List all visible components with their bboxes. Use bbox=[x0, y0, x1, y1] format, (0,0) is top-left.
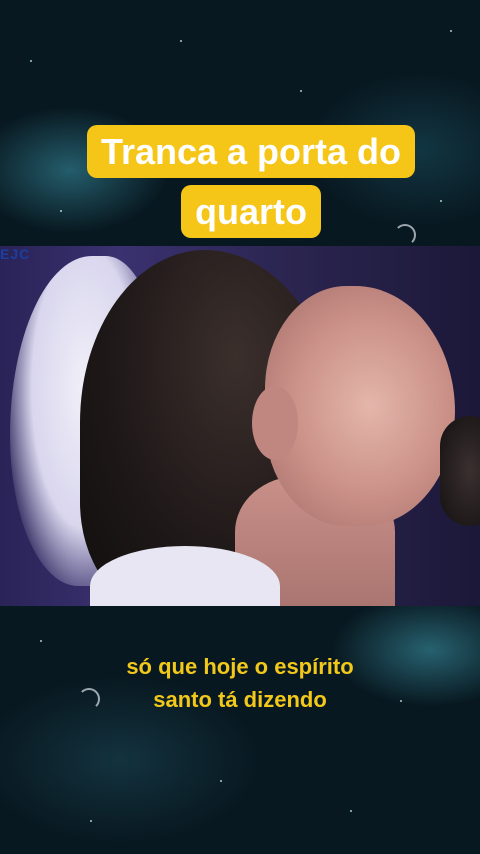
star-decoration bbox=[180, 40, 182, 42]
title-text: Tranca a porta do quarto bbox=[86, 125, 416, 238]
video-frame[interactable]: EJC bbox=[0, 246, 480, 606]
star-decoration bbox=[220, 780, 222, 782]
star-decoration bbox=[440, 200, 442, 202]
star-decoration bbox=[40, 640, 42, 642]
subtitle-line-1: só que hoje o espírito bbox=[126, 654, 354, 679]
subtitle-line-2: santo tá dizendo bbox=[153, 687, 327, 712]
star-decoration bbox=[90, 820, 92, 822]
title-caption: Tranca a porta do quarto bbox=[79, 122, 423, 242]
microphone bbox=[440, 416, 480, 526]
star-decoration bbox=[450, 30, 452, 32]
video-corner-logo: EJC bbox=[0, 246, 31, 262]
star-decoration bbox=[60, 210, 62, 212]
subtitle-caption: só que hoje o espírito santo tá dizendo bbox=[60, 650, 420, 716]
person-ear bbox=[252, 386, 298, 460]
star-decoration bbox=[350, 810, 352, 812]
star-decoration bbox=[300, 90, 302, 92]
star-decoration bbox=[30, 60, 32, 62]
